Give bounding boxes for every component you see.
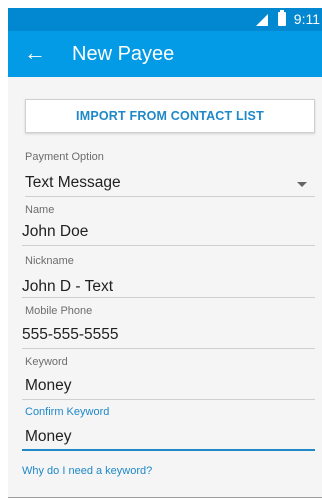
mobile-phone-label: Mobile Phone bbox=[25, 305, 93, 317]
chevron-down-icon[interactable] bbox=[297, 182, 307, 187]
back-arrow-icon[interactable]: ← bbox=[24, 40, 46, 66]
keyword-underline bbox=[22, 399, 315, 400]
status-time: 9:11 bbox=[293, 11, 320, 27]
page-title: New Payee bbox=[72, 43, 175, 65]
payment-option-underline bbox=[25, 196, 315, 197]
confirm-keyword-field[interactable]: Money bbox=[25, 428, 72, 446]
keyword-help-link[interactable]: Why do I need a keyword? bbox=[22, 465, 152, 477]
app-bar: ← New Payee bbox=[8, 31, 322, 77]
nickname-underline bbox=[22, 297, 315, 298]
payment-option-label: Payment Option bbox=[25, 151, 104, 163]
battery-icon bbox=[278, 10, 286, 26]
mobile-phone-field[interactable]: 555-555-5555 bbox=[22, 326, 119, 344]
name-field[interactable]: John Doe bbox=[22, 223, 88, 241]
payment-option-select[interactable]: Text Message bbox=[25, 174, 121, 192]
keyword-label: Keyword bbox=[25, 356, 68, 368]
import-contact-button[interactable]: IMPORT FROM CONTACT LIST bbox=[25, 99, 315, 133]
nickname-label: Nickname bbox=[25, 255, 74, 267]
confirm-keyword-label: Confirm Keyword bbox=[25, 406, 110, 418]
confirm-keyword-underline bbox=[22, 449, 315, 451]
payee-form: IMPORT FROM CONTACT LIST Payment Option … bbox=[8, 77, 322, 498]
name-underline bbox=[22, 245, 315, 246]
keyword-field[interactable]: Money bbox=[25, 377, 72, 395]
signal-icon bbox=[256, 14, 268, 26]
name-label: Name bbox=[25, 204, 55, 216]
mobile-phone-underline bbox=[22, 348, 315, 349]
status-bar: 9:11 bbox=[8, 8, 322, 31]
nickname-field[interactable]: John D - Text bbox=[22, 278, 113, 296]
